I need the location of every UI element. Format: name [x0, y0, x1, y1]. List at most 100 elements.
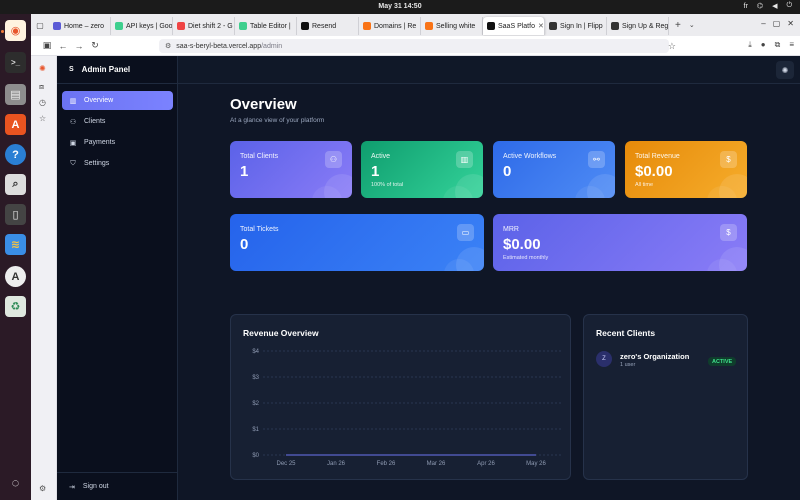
browser-tab[interactable]: SaaS Platfo ✕: [483, 17, 545, 35]
system-clock[interactable]: May 31 14:50: [0, 3, 800, 10]
stat-label: Total Revenue: [635, 153, 680, 160]
site-info-icon[interactable]: ⚙: [165, 42, 171, 50]
revenue-overview-panel: Revenue Overview $0 $1 $2 $3 $4 Dec 25 Jan 26 F…: [230, 314, 571, 480]
brand-name: Admin Panel: [81, 65, 131, 74]
browser-tab[interactable]: Home – zero: [49, 17, 111, 35]
stat-label: Total Clients: [240, 153, 279, 160]
stat-card-mrr: MRR $0.00 Estimated monthly $: [493, 214, 747, 271]
sign-out-button[interactable]: ⇥ Sign out: [57, 472, 178, 500]
browser-tab[interactable]: Domains | Re: [359, 17, 421, 35]
client-user-count: 1 user: [620, 362, 636, 368]
tab-list-icon[interactable]: ▢: [31, 21, 49, 30]
keyboard-layout-indicator[interactable]: fr: [744, 3, 748, 10]
stat-value: 0: [503, 163, 512, 180]
sidebar-item-clients[interactable]: ⚇ Clients: [62, 112, 173, 131]
reload-button[interactable]: ↻: [87, 40, 103, 51]
software-updater-icon[interactable]: A: [5, 266, 26, 287]
bookmark-star-icon[interactable]: ☆: [668, 41, 676, 52]
main-content: Overview At a glance view of your platfo…: [178, 84, 800, 500]
volume-icon[interactable]: ◀: [772, 2, 777, 10]
network-icon[interactable]: ⌬: [757, 2, 763, 10]
browser-tab[interactable]: Sign Up & Reg: [607, 17, 669, 35]
layers-app-icon[interactable]: ≋: [5, 234, 26, 255]
tab-favicon-icon: [363, 22, 371, 30]
revenue-chart: $0 $1 $2 $3 $4 Dec 25 Jan 26 Feb 26 Mar 26 Apr 26…: [252, 349, 561, 467]
sidebar-item-label: Payments: [84, 139, 116, 146]
recent-clients-title: Recent Clients: [596, 328, 656, 338]
application-dock: ◉ >_ ▤ A ? ⌕ ▯ ≋ A ♻ ◌: [0, 14, 31, 500]
stat-label: Active Workflows: [503, 153, 557, 160]
users-icon: ⚇: [325, 151, 342, 168]
x-tick-label: Feb 26: [377, 461, 396, 467]
tab-label: Domains | Re: [374, 22, 417, 30]
page-title: Overview: [230, 96, 297, 113]
synced-tabs-icon[interactable]: ⧈: [39, 82, 44, 92]
trash-icon[interactable]: ♻: [5, 296, 26, 317]
tab-favicon-icon: [611, 22, 619, 30]
dollar-icon: $: [720, 151, 737, 168]
customize-sidebar-icon[interactable]: ⚙: [39, 484, 46, 493]
tab-label: Table Editor |: [250, 22, 291, 30]
firefox-window: ▢ Home – zero API keys | Goo Diet shift 2 …: [31, 14, 800, 500]
new-tab-button[interactable]: +: [675, 20, 681, 31]
browser-tab[interactable]: API keys | Goo: [111, 17, 173, 35]
power-icon[interactable]: ⏻: [786, 2, 792, 10]
sidebar-item-payments[interactable]: ▣ Payments: [62, 133, 173, 152]
terminal-icon[interactable]: >_: [5, 52, 26, 73]
browser-tab[interactable]: Table Editor |: [235, 17, 297, 35]
help-icon[interactable]: ?: [5, 144, 26, 165]
browser-tab[interactable]: Diet shift 2 - G: [173, 17, 235, 35]
close-window-button[interactable]: ✕: [787, 19, 794, 28]
stat-value: 1: [371, 163, 380, 180]
brand[interactable]: S Admin Panel: [57, 56, 178, 84]
stat-value: $0.00: [503, 236, 541, 253]
browser-tab[interactable]: Sign In | Flipp: [545, 17, 607, 35]
document-viewer-icon[interactable]: ▯: [5, 204, 26, 225]
menu-icon[interactable]: ≡: [789, 40, 794, 50]
stat-card-active-workflows: Active Workflows 0 ⚯: [493, 141, 615, 198]
files-icon[interactable]: ▤: [5, 84, 26, 105]
browser-tab[interactable]: Selling white: [421, 17, 483, 35]
x-tick-label: Apr 26: [477, 461, 495, 467]
stat-subtext: Estimated monthly: [503, 255, 549, 261]
screenshot-icon[interactable]: ⌕: [5, 174, 26, 195]
firefox-icon[interactable]: ◉: [5, 20, 26, 41]
tab-overflow-icon[interactable]: ⌄: [689, 21, 695, 29]
system-top-bar: May 31 14:50 fr ⌬ ◀ ⏻: [0, 0, 800, 14]
sidebar-item-overview[interactable]: ▥ Overview: [62, 91, 173, 110]
tab-label: Diet shift 2 - G: [188, 22, 233, 30]
sign-out-icon: ⇥: [69, 483, 75, 491]
extensions-icon[interactable]: ⧉: [775, 40, 781, 50]
maximize-button[interactable]: ▢: [773, 19, 781, 28]
back-button[interactable]: ←: [55, 41, 71, 51]
account-icon[interactable]: ●: [761, 40, 766, 50]
stat-subtext: All time: [635, 182, 654, 188]
x-tick-label: Dec 25: [276, 461, 296, 467]
downloads-icon[interactable]: ⤓: [748, 40, 752, 50]
tab-label: API keys | Goo: [126, 22, 173, 30]
stat-value: $0.00: [635, 163, 673, 180]
users-icon: ⚇: [69, 118, 77, 126]
forward-button[interactable]: →: [71, 41, 87, 51]
minimize-button[interactable]: –: [761, 19, 765, 28]
ai-chat-icon[interactable]: ✺: [39, 64, 46, 73]
x-tick-label: Mar 26: [427, 461, 446, 467]
sidebar-item-settings[interactable]: ⛉ Settings: [62, 154, 173, 173]
tab-label: SaaS Platfo: [498, 22, 535, 30]
close-tab-icon[interactable]: ✕: [538, 22, 544, 30]
theme-toggle-button[interactable]: ✺: [776, 61, 794, 79]
brand-logo: S: [69, 66, 74, 73]
tab-label: Sign Up & Reg: [622, 22, 669, 30]
show-apps-icon[interactable]: ◌: [5, 472, 26, 493]
bookmarks-icon[interactable]: ☆: [39, 114, 46, 123]
app-center-icon[interactable]: A: [5, 114, 26, 135]
tab-label: Selling white: [436, 22, 476, 30]
recent-clients-panel: Recent Clients Z zero's Organization 1 u…: [583, 314, 748, 480]
stat-card-total-clients: Total Clients 1 ⚇: [230, 141, 352, 198]
browser-tab[interactable]: Resend: [297, 17, 359, 35]
sun-icon: ✺: [781, 65, 789, 75]
url-bar[interactable]: ⚙ saa-s-beryl-beta.vercel.app/admin ☆: [159, 39, 676, 53]
stat-label: Active: [371, 153, 391, 160]
history-icon[interactable]: ◷: [39, 98, 46, 107]
sidebar-toggle-icon[interactable]: ▣: [39, 40, 55, 51]
